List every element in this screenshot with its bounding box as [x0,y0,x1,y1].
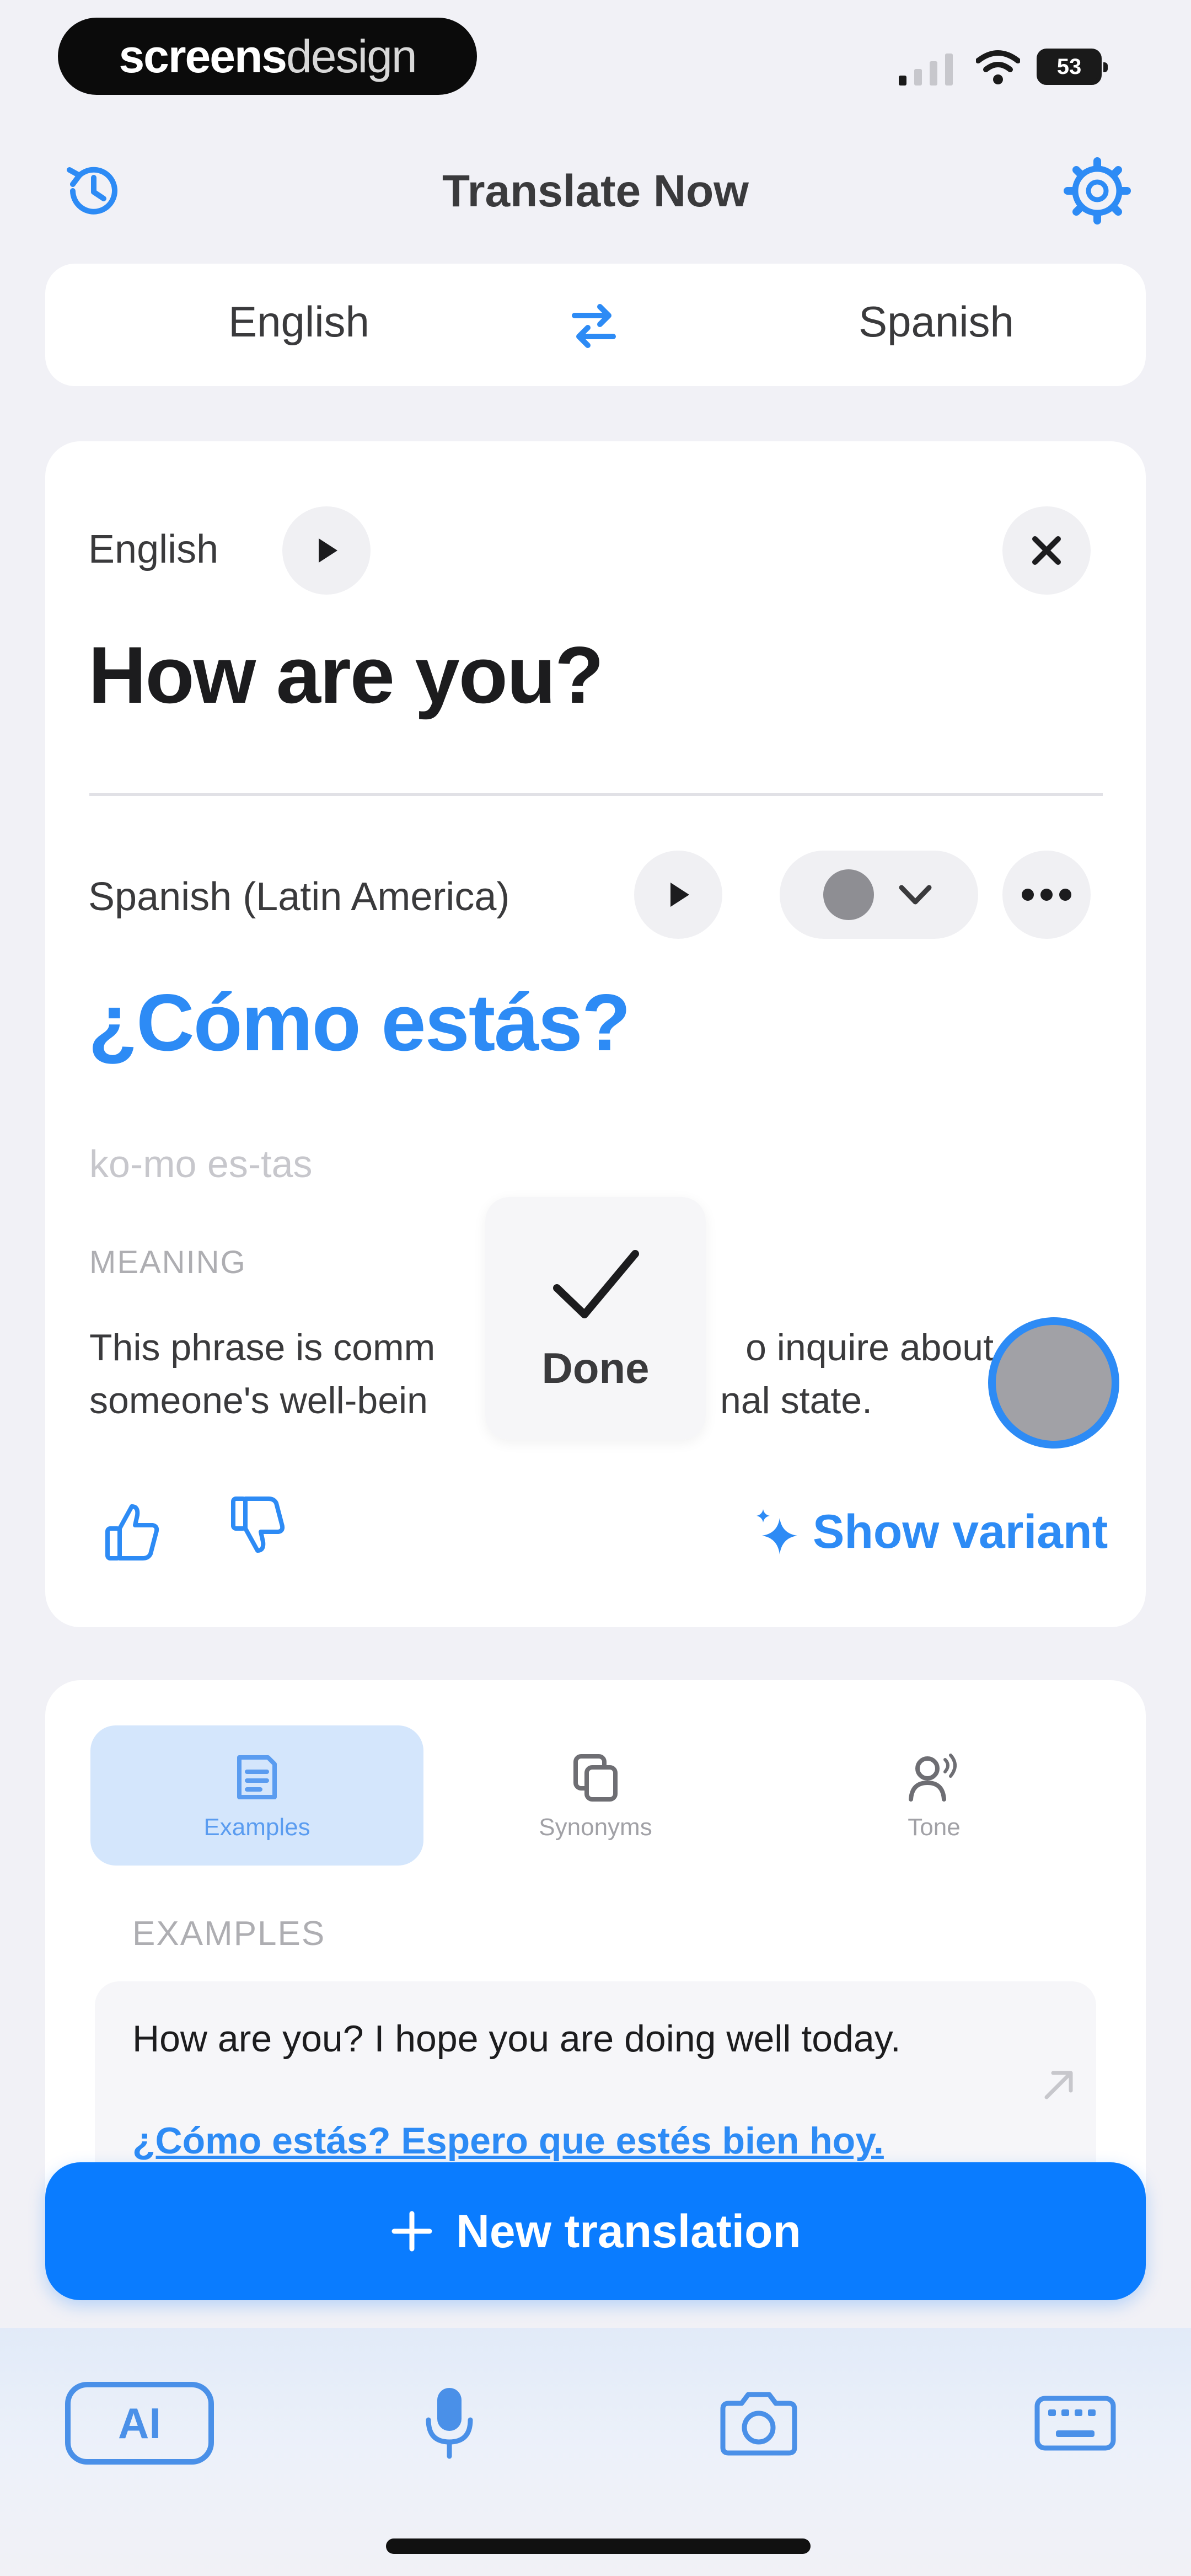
play-target-button[interactable] [634,851,722,939]
chevron-down-icon [899,885,932,905]
watermark-bold: screens [119,30,287,82]
meaning-line-2-left: someone's well-bein [89,1380,428,1421]
checkmark-icon [553,1249,639,1318]
thumbs-down-icon[interactable] [223,1489,294,1561]
examples-heading: EXAMPLES [132,1915,326,1953]
clear-button[interactable] [1002,506,1091,595]
source-text[interactable]: How are you? [88,629,604,722]
gear-icon[interactable] [1059,152,1136,229]
thumbs-up-icon[interactable] [97,1496,169,1568]
play-source-button[interactable] [282,506,371,595]
person-wave-icon [909,1754,957,1802]
microphone-icon[interactable] [408,2382,491,2465]
screensdesign-watermark: screens design [58,18,477,95]
example-spanish[interactable]: ¿Cómo estás? Espero que estés bien hoy. [132,2119,884,2162]
copy-icon [573,1754,618,1802]
arrow-up-right-icon[interactable] [1037,2063,1081,2107]
sparkle-icon [757,1509,797,1554]
source-language-label: English [88,527,219,571]
tab-tone-label: Tone [908,1814,961,1841]
plus-icon [391,2211,432,2252]
ellipsis-icon [1022,889,1071,901]
pronunciation: ko-mo es-tas [89,1142,313,1185]
tab-examples[interactable]: Examples [90,1725,423,1866]
target-language-label: Spanish (Latin America) [88,875,510,919]
meaning-line-1-right: o inquire about [745,1327,994,1369]
done-hud: Done [485,1197,706,1440]
meaning-heading: MEANING [89,1244,246,1280]
target-language-button[interactable]: Spanish [771,297,1102,347]
more-options-button[interactable] [1002,851,1091,939]
examples-icon [237,1755,277,1799]
tab-examples-label: Examples [203,1814,310,1841]
cellular-signal-icon [899,54,953,85]
divider [89,793,1103,796]
wifi-icon [976,50,1020,84]
tab-tone[interactable]: Tone [768,1725,1101,1866]
watermark-light: design [286,30,417,82]
assistive-touch-button[interactable] [988,1317,1119,1449]
meaning-line-2-right: nal state. [720,1380,872,1421]
swap-arrows-icon[interactable] [564,298,624,353]
keyboard-icon[interactable] [1031,2382,1119,2465]
play-icon [319,538,337,563]
play-icon [670,883,689,907]
battery-indicator: 53 [1037,49,1108,85]
ai-mode-button[interactable]: AI [65,2382,214,2465]
camera-icon[interactable] [715,2382,803,2465]
home-indicator [386,2538,811,2554]
meaning-line-1-left: This phrase is comm [89,1327,436,1369]
done-label: Done [541,1343,650,1392]
voice-avatar [823,869,874,920]
new-translation-label: New translation [456,2205,801,2257]
translated-text[interactable]: ¿Cómo estás? [88,976,631,1069]
show-variant-button[interactable]: Show variant [755,1496,1108,1568]
show-variant-label: Show variant [813,1505,1108,1558]
source-language-button[interactable]: English [133,297,464,347]
new-translation-button[interactable]: New translation [45,2162,1146,2300]
example-english: How are you? I hope you are doing well t… [132,2018,901,2060]
close-icon [1032,536,1061,565]
tab-synonyms[interactable]: Synonyms [429,1725,762,1866]
page-title: Translate Now [442,166,749,216]
voice-selector[interactable] [780,851,978,939]
tab-synonyms-label: Synonyms [539,1814,652,1841]
